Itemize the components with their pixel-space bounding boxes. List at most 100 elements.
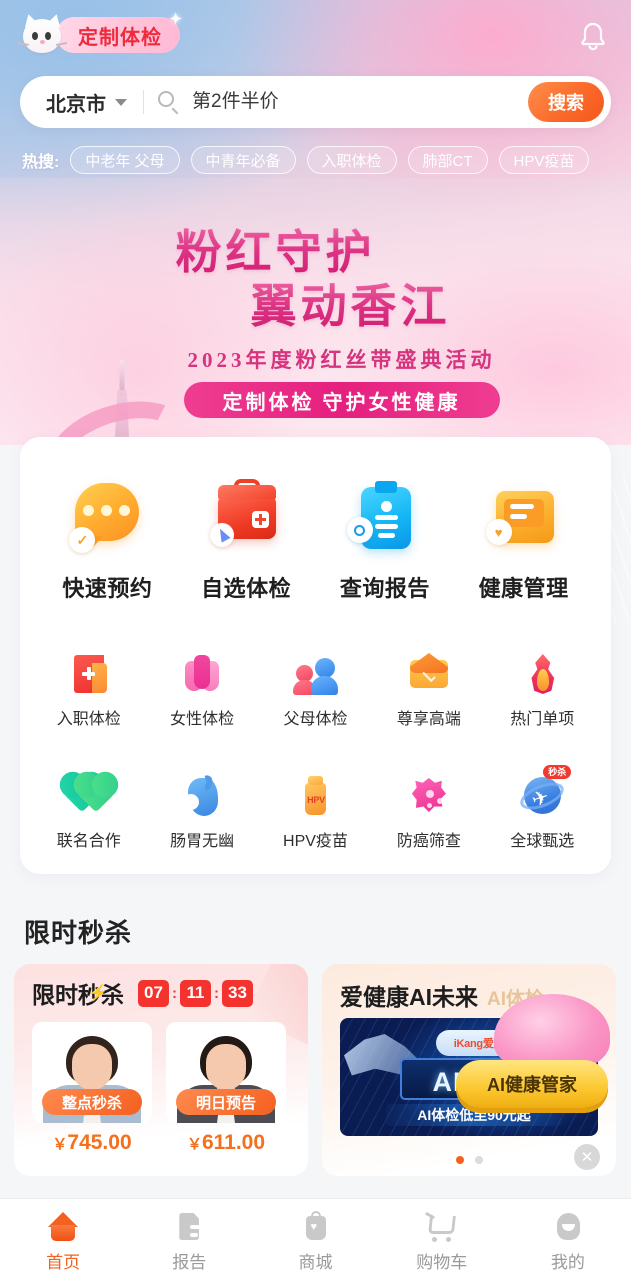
bell-icon[interactable]: [573, 16, 613, 56]
category-entry-gastro[interactable]: 肠胃无幽: [145, 772, 258, 851]
city-name: 北京市: [46, 93, 106, 116]
ai-cta-label: AI健康管家: [487, 1075, 577, 1095]
category-entry-hot-items[interactable]: 热门单项: [486, 651, 599, 729]
quick-entry-label: 自选体检: [201, 576, 292, 601]
flash-sale-header: 限时秒杀 ⚡ 07 : 11 : 33: [14, 964, 308, 1010]
ai-health-manager-button[interactable]: AI健康管家: [456, 1060, 608, 1108]
category-entry-cancer-screening[interactable]: 防癌筛查: [372, 773, 485, 851]
search-bar: 北京市 搜索: [20, 76, 611, 128]
carousel-dot-active[interactable]: [455, 1156, 464, 1164]
countdown-timer: 07 : 11 : 33: [138, 979, 253, 1007]
currency-symbol: ￥: [52, 1136, 68, 1153]
category-entry-premium[interactable]: 尊享高端: [372, 651, 485, 729]
currency-symbol: ￥: [186, 1136, 202, 1153]
category-label: 联名合作: [56, 833, 121, 850]
tab-label: 首页: [46, 1253, 81, 1272]
tab-report[interactable]: 报告: [126, 1199, 252, 1280]
quick-entry-label: 查询报告: [339, 576, 430, 601]
hot-search-row: 热搜: 中老年 父母 中青年必备 入职体检 肺部CT HPV疫苗: [22, 146, 631, 174]
logo-pill: 定制体检 ✦: [56, 11, 182, 53]
vaccine-vial-icon: HPV: [292, 773, 338, 819]
hot-tag[interactable]: 中青年必备: [190, 146, 296, 174]
flash-sale-title-wrap: 限时秒杀 ⚡: [32, 976, 124, 1010]
vial-label: HPV: [307, 795, 325, 805]
brand-logo-badge[interactable]: 定制体检 ✦: [17, 11, 182, 55]
countdown-minutes: 11: [180, 979, 211, 1007]
two-people-icon: [292, 651, 339, 697]
product-badge: 明日预告: [176, 1089, 276, 1115]
category-label: 肠胃无幽: [170, 833, 235, 850]
user-avatar-icon: [551, 1210, 585, 1242]
category-entry-hpv-vaccine[interactable]: HPV HPV疫苗: [259, 773, 372, 851]
globe-plane-icon: ✈ 秒杀: [516, 765, 572, 819]
quick-entry-query-report[interactable]: 查询报告: [316, 479, 455, 603]
product-photo: 整点秒杀: [32, 1022, 152, 1123]
cancer-cell-icon: [406, 773, 452, 819]
tab-home[interactable]: 首页: [0, 1199, 126, 1280]
category-label: 防癌筛查: [396, 833, 461, 850]
chat-bubble-check-icon: ✓: [69, 479, 145, 555]
quick-entry-health-management[interactable]: ♥ 健康管理: [454, 479, 593, 603]
ai-promo-card[interactable]: 爱健康AI未来 AI体检 iKang爱康 AI未来 AI体检低至90元起 AI健…: [322, 964, 616, 1176]
hospital-cross-icon: [66, 651, 112, 697]
lightning-bolt-icon: ⚡: [88, 985, 108, 1002]
banner-title-line1: 粉红守护: [0, 226, 631, 280]
category-row-1: 入职体检 女性体检 父母体检 尊享高端 热门单项: [20, 629, 611, 729]
stomach-icon: [179, 772, 225, 819]
hot-search-label: 热搜:: [22, 154, 60, 171]
quick-entry-fast-booking[interactable]: ✓ 快速预约: [38, 479, 177, 603]
search-button[interactable]: 搜索: [528, 82, 604, 122]
banner-footer-text: AI体检低至90元起: [417, 1107, 531, 1123]
search-icon: [158, 91, 180, 115]
countdown-hours: 07: [138, 979, 169, 1007]
category-entry-women-exam[interactable]: 女性体检: [145, 651, 258, 729]
tab-label: 我的: [550, 1253, 585, 1272]
close-icon[interactable]: ✕: [574, 1144, 600, 1170]
carousel-dots[interactable]: [322, 1156, 616, 1164]
search-input[interactable]: [180, 91, 528, 113]
quick-entry-label: 快速预约: [62, 576, 153, 601]
logo-text: 定制体检: [78, 26, 162, 49]
hot-tag[interactable]: 中老年 父母: [70, 146, 180, 174]
folder-heart-icon: ♥: [485, 479, 562, 555]
tab-profile[interactable]: 我的: [505, 1199, 631, 1280]
medical-kit-icon: [208, 479, 284, 555]
countdown-separator: :: [172, 984, 177, 1002]
category-label: HPV疫苗: [283, 833, 348, 850]
flash-sale-product[interactable]: 整点秒杀 ￥745.00: [32, 1022, 152, 1155]
flash-sale-card[interactable]: 限时秒杀 ⚡ 07 : 11 : 33 整点秒杀 ￥745.00 明日预告 ￥6…: [14, 964, 308, 1176]
chevron-down-icon: [115, 98, 127, 106]
category-entry-employment-exam[interactable]: 入职体检: [32, 651, 145, 729]
category-entry-partnership[interactable]: 联名合作: [32, 773, 145, 851]
product-price: ￥611.00: [166, 1131, 286, 1155]
city-selector[interactable]: 北京市: [20, 88, 127, 117]
category-label: 女性体检: [170, 711, 235, 728]
quick-entry-grid: ✓ 快速预约 自选体检 查询报告 ♥ 健康管理: [20, 437, 611, 603]
banner-pill: 定制体检 守护女性健康: [183, 382, 500, 418]
hot-tag[interactable]: 入职体检: [306, 146, 397, 174]
tab-cart[interactable]: 购物车: [379, 1199, 505, 1280]
top-bar: 定制体检 ✦: [0, 0, 631, 70]
envelope-premium-icon: [406, 651, 452, 697]
product-photo: 明日预告: [166, 1022, 286, 1123]
quick-entry-custom-exam[interactable]: 自选体检: [177, 479, 316, 603]
hero-banner-text[interactable]: 粉红守护 翼动香江 2023年度粉红丝带盛典活动 定制体检 守护女性健康: [0, 226, 631, 418]
product-badge: 整点秒杀: [42, 1089, 142, 1115]
hot-tag[interactable]: HPV疫苗: [498, 146, 590, 174]
flash-sale-product[interactable]: 明日预告 ￥611.00: [166, 1022, 286, 1155]
category-label: 全球甄选: [510, 833, 575, 850]
carousel-dot[interactable]: [474, 1156, 483, 1164]
section-title-flash-sale: 限时秒杀: [24, 918, 133, 948]
tab-label: 报告: [172, 1253, 207, 1272]
report-icon: [172, 1210, 206, 1242]
category-entry-parents-exam[interactable]: 父母体检: [259, 651, 372, 729]
flame-icon: [519, 651, 565, 697]
banner-subtitle: 2023年度粉红丝带盛典活动: [187, 348, 496, 372]
tab-shop[interactable]: ♥ 商城: [252, 1199, 378, 1280]
category-entry-global-selection[interactable]: ✈ 秒杀 全球甄选: [486, 765, 599, 851]
banner-title-line2: 翼动香江: [0, 280, 631, 334]
category-label: 入职体检: [56, 711, 121, 728]
cart-icon: [424, 1210, 459, 1242]
product-price: ￥745.00: [32, 1131, 152, 1155]
hot-tag[interactable]: 肺部CT: [407, 146, 488, 174]
